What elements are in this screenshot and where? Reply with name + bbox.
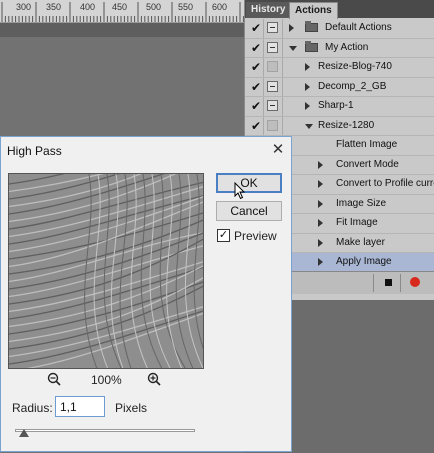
action-row[interactable]: ✔ Decomp_2_GB bbox=[245, 77, 434, 97]
chevron-right-icon[interactable] bbox=[318, 180, 323, 188]
action-label: Make layer bbox=[336, 236, 385, 248]
chevron-right-icon[interactable] bbox=[305, 102, 310, 110]
action-row[interactable]: ✔ Resize-Blog-740 bbox=[245, 58, 434, 78]
units-label: Pixels bbox=[115, 401, 148, 415]
column-separator bbox=[282, 97, 283, 116]
folder-icon bbox=[305, 40, 318, 52]
ruler-label: 450 bbox=[112, 2, 128, 12]
ruler-label: 300 bbox=[16, 2, 32, 12]
toggle-checkmark-icon[interactable]: ✔ bbox=[249, 41, 263, 55]
chevron-right-icon[interactable] bbox=[305, 82, 310, 91]
action-label: Resize-1280 bbox=[318, 119, 375, 131]
toolbar-separator bbox=[373, 274, 374, 292]
column-separator bbox=[282, 19, 283, 38]
toolbar-separator bbox=[400, 274, 401, 292]
chevron-right-icon[interactable] bbox=[289, 24, 294, 32]
dialog-toggle-icon[interactable] bbox=[267, 80, 278, 92]
stop-recording-button[interactable] bbox=[385, 279, 392, 286]
column-separator bbox=[282, 77, 283, 96]
dialog-toggle-icon[interactable] bbox=[267, 119, 278, 131]
action-row[interactable]: ✔ Sharp-1 bbox=[245, 97, 434, 117]
radius-slider-track[interactable] bbox=[15, 429, 195, 432]
chevron-down-icon[interactable] bbox=[305, 123, 313, 129]
chevron-right-icon[interactable] bbox=[305, 63, 310, 71]
ruler-label: 350 bbox=[46, 2, 62, 12]
dialog-toggle-icon[interactable] bbox=[267, 100, 278, 111]
preview-checkbox[interactable]: ✓ bbox=[217, 229, 230, 242]
action-label: Convert to Profile curren bbox=[336, 178, 434, 189]
record-button[interactable] bbox=[410, 277, 420, 287]
column-separator bbox=[263, 19, 264, 38]
close-button[interactable]: ✕ bbox=[269, 141, 287, 159]
radius-slider-thumb[interactable] bbox=[19, 429, 29, 437]
action-row[interactable]: ✔ Resize-1280 bbox=[245, 116, 434, 136]
dialog-toggle-icon[interactable] bbox=[267, 22, 278, 33]
action-label: Apply Image bbox=[336, 256, 392, 267]
filter-preview[interactable] bbox=[8, 173, 204, 369]
column-separator bbox=[282, 116, 283, 135]
zoom-level: 100% bbox=[91, 373, 122, 387]
dialog-toggle-icon[interactable] bbox=[267, 61, 278, 72]
panel-tab-bar: History Actions bbox=[245, 0, 434, 19]
ok-button[interactable]: OK bbox=[216, 173, 282, 193]
action-label: Decomp_2_GB bbox=[318, 80, 387, 92]
chevron-right-icon[interactable] bbox=[318, 160, 323, 169]
action-label: Image Size bbox=[336, 197, 387, 209]
dialog-toggle-icon[interactable] bbox=[267, 41, 278, 53]
high-pass-dialog: High Pass ✕ OK Cancel ✓ Preview 100% Rad… bbox=[0, 136, 292, 452]
preview-image bbox=[9, 174, 203, 368]
action-label: Fit Image bbox=[336, 217, 378, 228]
action-label: Flatten Image bbox=[336, 139, 398, 150]
action-label: Sharp-1 bbox=[318, 100, 354, 111]
zoom-out-icon[interactable] bbox=[47, 372, 61, 386]
chevron-right-icon[interactable] bbox=[318, 258, 323, 266]
column-separator bbox=[263, 38, 264, 57]
column-separator bbox=[263, 77, 264, 96]
action-row[interactable]: ✔ Default Actions bbox=[245, 19, 434, 39]
column-separator bbox=[263, 116, 264, 135]
column-separator bbox=[282, 38, 283, 57]
mouse-pointer-icon bbox=[234, 182, 246, 200]
toggle-checkmark-icon[interactable]: ✔ bbox=[249, 60, 263, 74]
chevron-right-icon[interactable] bbox=[318, 199, 323, 208]
tab-history[interactable]: History bbox=[246, 2, 291, 18]
toggle-checkmark-icon[interactable]: ✔ bbox=[249, 119, 263, 133]
column-separator bbox=[263, 58, 264, 77]
action-label: Convert Mode bbox=[336, 158, 399, 170]
chevron-right-icon[interactable] bbox=[318, 219, 323, 227]
horizontal-ruler: 300 350 400 450 500 550 600 bbox=[0, 0, 244, 23]
chevron-right-icon[interactable] bbox=[318, 238, 323, 247]
radius-label: Radius: bbox=[12, 401, 53, 415]
ruler-label: 550 bbox=[178, 2, 194, 12]
toggle-checkmark-icon[interactable]: ✔ bbox=[249, 99, 263, 113]
radius-input[interactable] bbox=[55, 396, 105, 417]
action-label: My Action bbox=[325, 41, 369, 53]
folder-icon bbox=[305, 21, 318, 32]
ruler-label: 600 bbox=[212, 2, 228, 12]
canvas-gutter bbox=[0, 23, 244, 37]
action-row[interactable]: ✔ My Action bbox=[245, 38, 434, 58]
cancel-button[interactable]: Cancel bbox=[216, 201, 282, 221]
ruler-label: 400 bbox=[80, 2, 96, 12]
toggle-checkmark-icon[interactable]: ✔ bbox=[249, 21, 263, 35]
preview-label: Preview bbox=[234, 229, 277, 243]
ruler-label: 500 bbox=[146, 2, 162, 12]
column-separator bbox=[282, 58, 283, 77]
column-separator bbox=[263, 97, 264, 116]
dialog-title: High Pass bbox=[7, 144, 62, 158]
toggle-checkmark-icon[interactable]: ✔ bbox=[249, 80, 263, 94]
chevron-down-icon[interactable] bbox=[289, 45, 297, 51]
action-label: Resize-Blog-740 bbox=[318, 61, 392, 72]
tab-actions[interactable]: Actions bbox=[289, 2, 338, 19]
zoom-in-icon[interactable] bbox=[147, 372, 161, 386]
action-label: Default Actions bbox=[325, 22, 392, 33]
